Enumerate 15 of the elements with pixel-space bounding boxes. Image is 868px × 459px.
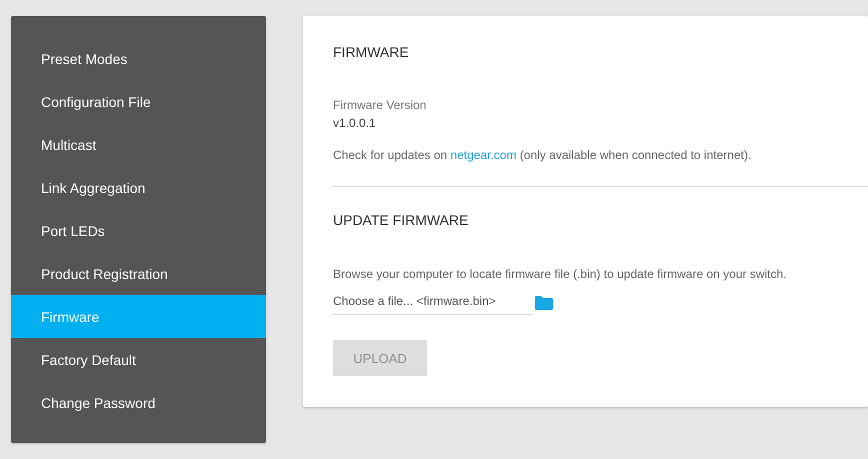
sidebar-item[interactable]: Product Registration [11,252,266,295]
update-description: Browse your computer to locate firmware file (.bin) to update firmware on your switch. [333,267,788,281]
sidebar-item[interactable]: Change Password [11,381,266,424]
version-label: Firmware Version [333,98,426,112]
sidebar-item[interactable]: Port LEDs [11,209,266,252]
folder-icon[interactable] [535,296,553,310]
version-value: v1.0.0.1 [333,116,376,130]
sidebar-item[interactable]: Link Aggregation [11,166,266,209]
sidebar-item[interactable]: Preset Modes [11,37,266,80]
sidebar-item[interactable]: Configuration File [11,80,266,123]
section-title: FIRMWARE [333,44,409,60]
sidebar-item[interactable]: Factory Default [11,338,266,381]
update-note: Check for updates on netgear.com (only available when connected to internet). [333,148,752,162]
sidebar-item[interactable]: Multicast [11,123,266,166]
section-title: UPDATE FIRMWARE [333,212,468,228]
